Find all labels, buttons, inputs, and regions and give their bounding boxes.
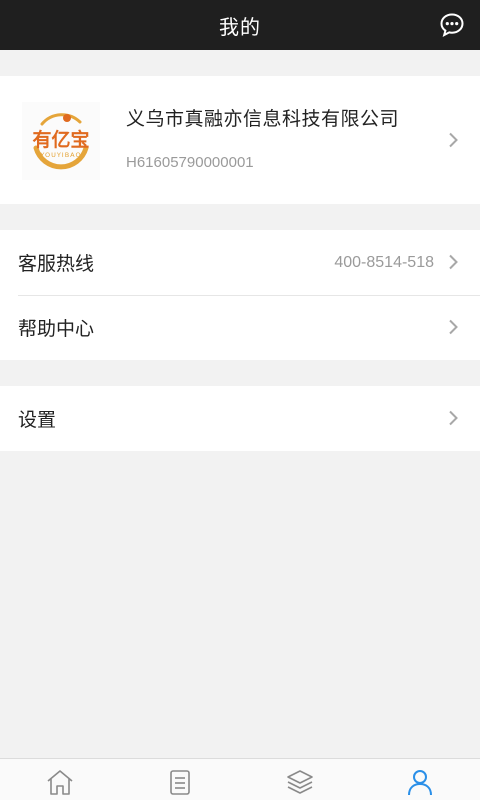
svg-text:YOUYIBAO: YOUYIBAO [39,151,81,159]
company-logo: 有亿宝 YOUYIBAO [22,102,100,180]
company-profile-card[interactable]: 有亿宝 YOUYIBAO 义乌市真融亦信息科技有限公司 H61605790000… [0,76,480,204]
help-center-label: 帮助中心 [18,318,95,340]
svg-text:有亿宝: 有亿宝 [32,128,89,151]
customer-service-hotline-row[interactable]: 客服热线 400-8514-518 [0,230,480,295]
company-name: 义乌市真融亦信息科技有限公司 [126,108,400,130]
settings-row[interactable]: 设置 [0,386,480,451]
page-title: 我的 [219,14,261,39]
user-icon [408,770,432,796]
chevron-right-icon [449,410,458,426]
settings-label: 设置 [18,409,57,431]
hotline-label: 客服热线 [18,253,95,275]
tab-documents[interactable] [120,759,240,800]
hotline-number: 400-8514-518 [334,253,434,271]
bottom-tab-bar [0,758,480,800]
chevron-right-icon [449,254,458,270]
top-bar: 我的 [0,0,480,50]
settings-menu-group: 设置 [0,386,480,451]
home-icon [47,770,73,795]
layers-icon [287,770,313,794]
chat-bubble-icon[interactable] [438,11,466,39]
tab-home[interactable] [0,759,120,800]
chevron-right-icon [449,132,458,148]
support-menu-group: 客服热线 400-8514-518 帮助中心 [0,230,480,360]
document-list-icon [170,770,190,795]
chevron-right-icon [449,319,458,335]
help-center-row[interactable]: 帮助中心 [0,295,480,360]
company-id: H61605790000001 [126,154,254,171]
tab-products[interactable] [240,759,360,800]
tab-mine[interactable] [360,759,480,800]
